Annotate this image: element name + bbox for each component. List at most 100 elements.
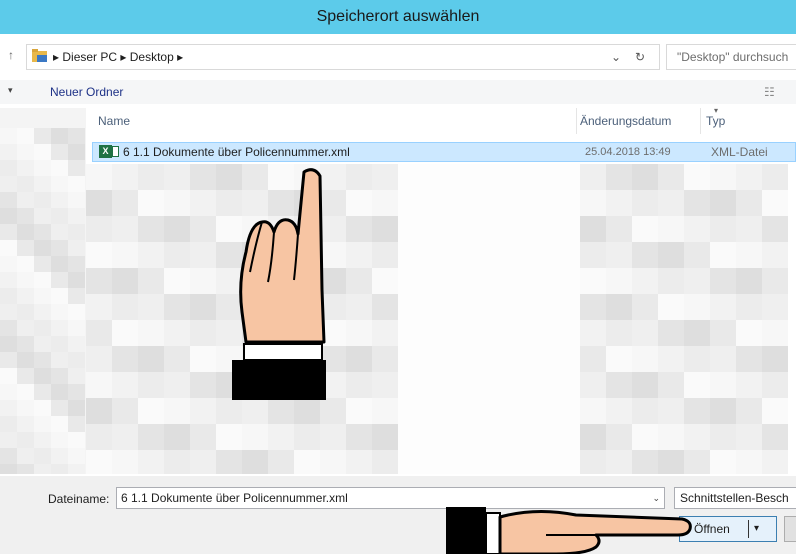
pixel-block (164, 294, 190, 320)
cancel-button[interactable] (784, 516, 796, 542)
pixel-block (710, 294, 736, 320)
pixel-block (138, 242, 164, 268)
file-name: 6 1.1 Dokumente über Policennummer.xml (123, 145, 350, 159)
pixel-block (476, 450, 502, 474)
pixel-block (502, 268, 528, 294)
pixel-block (476, 242, 502, 268)
column-header-name[interactable]: Name (98, 108, 130, 134)
pixel-block (51, 464, 68, 474)
pixel-block (606, 216, 632, 242)
pixel-block (476, 424, 502, 450)
pixel-block (164, 164, 190, 190)
pixel-block (51, 336, 68, 352)
pixel-block (372, 372, 398, 398)
pixel-block (34, 464, 51, 474)
pixel-block (138, 372, 164, 398)
pixel-block (450, 268, 476, 294)
pixel-block (216, 450, 242, 474)
pixel-block (17, 176, 34, 192)
breadcrumb-separator: ▸ (53, 50, 63, 64)
pixel-block (17, 160, 34, 176)
pixel-block (554, 268, 580, 294)
pixel-block (580, 372, 606, 398)
search-input[interactable]: "Desktop" durchsuch (666, 44, 796, 70)
pixel-block (68, 320, 85, 336)
breadcrumb: ▸ Dieser PC ▸ Desktop ▸ (53, 45, 183, 69)
pixel-block (190, 242, 216, 268)
pixel-block (398, 268, 424, 294)
pixel-block (450, 372, 476, 398)
pixel-block (51, 400, 68, 416)
pixel-block (554, 398, 580, 424)
pixel-block (502, 242, 528, 268)
up-arrow-icon[interactable]: ↑ (8, 48, 14, 62)
file-type: XML-Datei (711, 145, 768, 159)
command-bar: ▾ Neuer Ordner ☷ (0, 80, 796, 104)
pixel-block (112, 190, 138, 216)
new-folder-button[interactable]: Neuer Ordner (50, 80, 123, 104)
column-divider[interactable] (576, 108, 577, 134)
pixel-block (68, 208, 85, 224)
pixel-block (17, 208, 34, 224)
pixel-block (86, 190, 112, 216)
breadcrumb-item-desktop[interactable]: Desktop (130, 50, 174, 64)
breadcrumb-item-dieser-pc[interactable]: Dieser PC (62, 50, 117, 64)
pixel-block (710, 346, 736, 372)
pixel-block (606, 372, 632, 398)
organize-chevron-icon[interactable]: ▾ (8, 85, 13, 96)
view-options-icon[interactable]: ☷ (764, 85, 775, 99)
pixel-block (0, 160, 17, 176)
pixel-block (684, 450, 710, 474)
pixel-block (398, 190, 424, 216)
pixel-block (606, 398, 632, 424)
pixel-block (528, 450, 554, 474)
pixel-block (658, 372, 684, 398)
pixel-block (762, 190, 788, 216)
file-row[interactable]: X 6 1.1 Dokumente über Policennummer.xml… (92, 142, 796, 162)
pixel-block (398, 216, 424, 242)
pixel-block (190, 398, 216, 424)
pixel-block (68, 144, 85, 160)
file-list[interactable]: Name ▾ Änderungsdatum Typ X 6 1.1 Dokume… (86, 108, 796, 474)
pixel-block (502, 450, 528, 474)
pixel-block (17, 304, 34, 320)
pixel-block (658, 424, 684, 450)
pixel-block (554, 424, 580, 450)
pixel-block (34, 432, 51, 448)
pixel-block (164, 268, 190, 294)
pixel-block (424, 242, 450, 268)
address-bar[interactable]: ▸ Dieser PC ▸ Desktop ▸ ⌄ ↻ (26, 44, 660, 70)
pixel-block (372, 346, 398, 372)
pixel-block (710, 242, 736, 268)
column-header-date[interactable]: Änderungsdatum (580, 108, 671, 134)
pixel-block (424, 164, 450, 190)
pixel-block (346, 164, 372, 190)
pixel-block (606, 268, 632, 294)
pixel-block (0, 304, 17, 320)
pixel-block (51, 192, 68, 208)
title-bar: Speicherort auswählen (0, 0, 796, 34)
pixel-block (164, 424, 190, 450)
pixel-block (710, 398, 736, 424)
column-divider[interactable] (700, 108, 701, 134)
pixel-block (528, 346, 554, 372)
pixel-block (34, 256, 51, 272)
pixel-block (762, 346, 788, 372)
navigation-pane[interactable] (0, 108, 86, 474)
pixel-block (736, 346, 762, 372)
pixel-block (51, 160, 68, 176)
open-dropdown-icon[interactable]: ▾ (754, 517, 759, 541)
pixel-block (17, 352, 34, 368)
pixel-block (372, 190, 398, 216)
pixel-block (658, 268, 684, 294)
address-dropdown-icon[interactable]: ⌄ (611, 45, 621, 69)
refresh-icon[interactable]: ↻ (635, 45, 645, 69)
pixel-block (528, 216, 554, 242)
pixel-block (0, 416, 17, 432)
column-header-type[interactable]: Typ (706, 108, 725, 134)
pixel-block (68, 448, 85, 464)
pixel-block (51, 320, 68, 336)
pixel-block (68, 240, 85, 256)
pixel-block (606, 450, 632, 474)
pixel-block (0, 464, 17, 474)
